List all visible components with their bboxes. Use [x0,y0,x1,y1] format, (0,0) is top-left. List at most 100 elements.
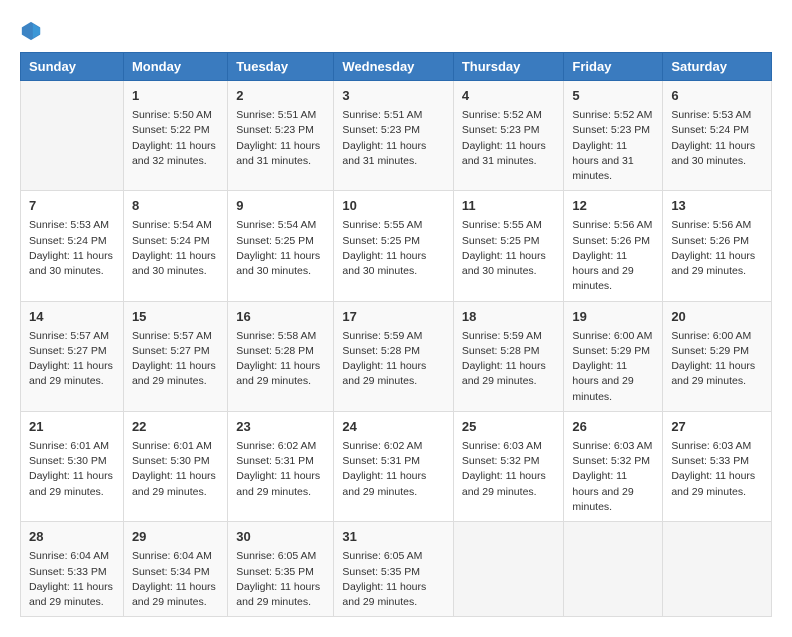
day-number: 3 [342,87,444,105]
day-number: 27 [671,418,763,436]
day-info: Sunrise: 5:56 AM Sunset: 5:26 PM Dayligh… [572,218,654,294]
column-header-saturday: Saturday [663,53,772,81]
calendar-cell: 19 Sunrise: 6:00 AM Sunset: 5:29 PM Dayli… [564,301,663,411]
day-number: 31 [342,528,444,546]
day-info: Sunrise: 6:03 AM Sunset: 5:32 PM Dayligh… [572,439,654,515]
day-number: 11 [462,197,556,215]
calendar-cell: 14 Sunrise: 5:57 AM Sunset: 5:27 PM Dayli… [21,301,124,411]
day-info: Sunrise: 6:01 AM Sunset: 5:30 PM Dayligh… [132,439,219,500]
day-number: 6 [671,87,763,105]
day-info: Sunrise: 5:57 AM Sunset: 5:27 PM Dayligh… [132,329,219,390]
calendar-cell: 26 Sunrise: 6:03 AM Sunset: 5:32 PM Dayli… [564,411,663,521]
day-number: 10 [342,197,444,215]
calendar-week-row: 14 Sunrise: 5:57 AM Sunset: 5:27 PM Dayli… [21,301,772,411]
day-info: Sunrise: 5:51 AM Sunset: 5:23 PM Dayligh… [342,108,444,169]
day-info: Sunrise: 6:02 AM Sunset: 5:31 PM Dayligh… [342,439,444,500]
day-info: Sunrise: 5:53 AM Sunset: 5:24 PM Dayligh… [671,108,763,169]
day-number: 14 [29,308,115,326]
logo-icon [20,20,42,42]
calendar-week-row: 1Sunrise: 5:50 AM Sunset: 5:22 PM Daylig… [21,81,772,191]
calendar-cell: 9 Sunrise: 5:54 AM Sunset: 5:25 PM Daylig… [228,191,334,301]
day-info: Sunrise: 6:00 AM Sunset: 5:29 PM Dayligh… [572,329,654,405]
calendar-week-row: 7 Sunrise: 5:53 AM Sunset: 5:24 PM Daylig… [21,191,772,301]
calendar-cell: 21Sunrise: 6:01 AM Sunset: 5:30 PM Dayli… [21,411,124,521]
day-info: Sunrise: 5:52 AM Sunset: 5:23 PM Dayligh… [462,108,556,169]
calendar-cell: 4Sunrise: 5:52 AM Sunset: 5:23 PM Daylig… [453,81,564,191]
calendar-cell: 18Sunrise: 5:59 AM Sunset: 5:28 PM Dayli… [453,301,564,411]
day-info: Sunrise: 5:56 AM Sunset: 5:26 PM Dayligh… [671,218,763,279]
day-number: 17 [342,308,444,326]
day-number: 25 [462,418,556,436]
calendar-cell: 29 Sunrise: 6:04 AM Sunset: 5:34 PM Dayli… [123,522,227,617]
calendar-cell [453,522,564,617]
calendar-cell: 22 Sunrise: 6:01 AM Sunset: 5:30 PM Dayli… [123,411,227,521]
day-number: 28 [29,528,115,546]
day-info: Sunrise: 5:54 AM Sunset: 5:25 PM Dayligh… [236,218,325,279]
day-info: Sunrise: 5:54 AM Sunset: 5:24 PM Dayligh… [132,218,219,279]
calendar-cell [564,522,663,617]
day-number: 2 [236,87,325,105]
day-number: 29 [132,528,219,546]
calendar-cell: 8 Sunrise: 5:54 AM Sunset: 5:24 PM Daylig… [123,191,227,301]
calendar-week-row: 28 Sunrise: 6:04 AM Sunset: 5:33 PM Dayli… [21,522,772,617]
calendar-cell: 27 Sunrise: 6:03 AM Sunset: 5:33 PM Dayli… [663,411,772,521]
calendar-cell: 28 Sunrise: 6:04 AM Sunset: 5:33 PM Dayli… [21,522,124,617]
calendar-table: SundayMondayTuesdayWednesdayThursdayFrid… [20,52,772,617]
day-number: 8 [132,197,219,215]
calendar-cell: 24 Sunrise: 6:02 AM Sunset: 5:31 PM Dayli… [334,411,453,521]
calendar-cell: 11 Sunrise: 5:55 AM Sunset: 5:25 PM Dayli… [453,191,564,301]
day-info: Sunrise: 5:53 AM Sunset: 5:24 PM Dayligh… [29,218,115,279]
day-info: Sunrise: 5:55 AM Sunset: 5:25 PM Dayligh… [462,218,556,279]
page-header [20,20,772,42]
calendar-cell: 7 Sunrise: 5:53 AM Sunset: 5:24 PM Daylig… [21,191,124,301]
calendar-week-row: 21Sunrise: 6:01 AM Sunset: 5:30 PM Dayli… [21,411,772,521]
day-number: 19 [572,308,654,326]
day-number: 24 [342,418,444,436]
day-info: Sunrise: 6:04 AM Sunset: 5:33 PM Dayligh… [29,549,115,610]
day-number: 22 [132,418,219,436]
day-number: 12 [572,197,654,215]
day-info: Sunrise: 5:59 AM Sunset: 5:28 PM Dayligh… [342,329,444,390]
day-number: 26 [572,418,654,436]
calendar-cell: 16 Sunrise: 5:58 AM Sunset: 5:28 PM Dayli… [228,301,334,411]
day-number: 20 [671,308,763,326]
column-header-thursday: Thursday [453,53,564,81]
day-number: 15 [132,308,219,326]
calendar-header-row: SundayMondayTuesdayWednesdayThursdayFrid… [21,53,772,81]
day-number: 9 [236,197,325,215]
day-info: Sunrise: 6:01 AM Sunset: 5:30 PM Dayligh… [29,439,115,500]
day-number: 1 [132,87,219,105]
calendar-cell: 15 Sunrise: 5:57 AM Sunset: 5:27 PM Dayli… [123,301,227,411]
column-header-monday: Monday [123,53,227,81]
column-header-wednesday: Wednesday [334,53,453,81]
day-info: Sunrise: 6:05 AM Sunset: 5:35 PM Dayligh… [236,549,325,610]
day-number: 30 [236,528,325,546]
day-number: 5 [572,87,654,105]
day-info: Sunrise: 5:55 AM Sunset: 5:25 PM Dayligh… [342,218,444,279]
calendar-cell: 3 Sunrise: 5:51 AM Sunset: 5:23 PM Daylig… [334,81,453,191]
day-info: Sunrise: 5:58 AM Sunset: 5:28 PM Dayligh… [236,329,325,390]
day-number: 16 [236,308,325,326]
calendar-cell: 13 Sunrise: 5:56 AM Sunset: 5:26 PM Dayli… [663,191,772,301]
column-header-tuesday: Tuesday [228,53,334,81]
day-number: 7 [29,197,115,215]
day-info: Sunrise: 6:03 AM Sunset: 5:32 PM Dayligh… [462,439,556,500]
calendar-cell: 12 Sunrise: 5:56 AM Sunset: 5:26 PM Dayli… [564,191,663,301]
calendar-cell: 25 Sunrise: 6:03 AM Sunset: 5:32 PM Dayli… [453,411,564,521]
day-info: Sunrise: 6:04 AM Sunset: 5:34 PM Dayligh… [132,549,219,610]
day-info: Sunrise: 6:02 AM Sunset: 5:31 PM Dayligh… [236,439,325,500]
day-info: Sunrise: 6:03 AM Sunset: 5:33 PM Dayligh… [671,439,763,500]
calendar-cell: 1Sunrise: 5:50 AM Sunset: 5:22 PM Daylig… [123,81,227,191]
calendar-cell: 20Sunrise: 6:00 AM Sunset: 5:29 PM Dayli… [663,301,772,411]
calendar-cell: 6 Sunrise: 5:53 AM Sunset: 5:24 PM Daylig… [663,81,772,191]
day-info: Sunrise: 5:57 AM Sunset: 5:27 PM Dayligh… [29,329,115,390]
column-header-friday: Friday [564,53,663,81]
calendar-cell: 30 Sunrise: 6:05 AM Sunset: 5:35 PM Dayli… [228,522,334,617]
calendar-cell: 31 Sunrise: 6:05 AM Sunset: 5:35 PM Dayli… [334,522,453,617]
day-number: 13 [671,197,763,215]
calendar-cell [21,81,124,191]
day-info: Sunrise: 5:51 AM Sunset: 5:23 PM Dayligh… [236,108,325,169]
day-info: Sunrise: 6:05 AM Sunset: 5:35 PM Dayligh… [342,549,444,610]
calendar-cell: 2 Sunrise: 5:51 AM Sunset: 5:23 PM Daylig… [228,81,334,191]
calendar-cell: 10 Sunrise: 5:55 AM Sunset: 5:25 PM Dayli… [334,191,453,301]
